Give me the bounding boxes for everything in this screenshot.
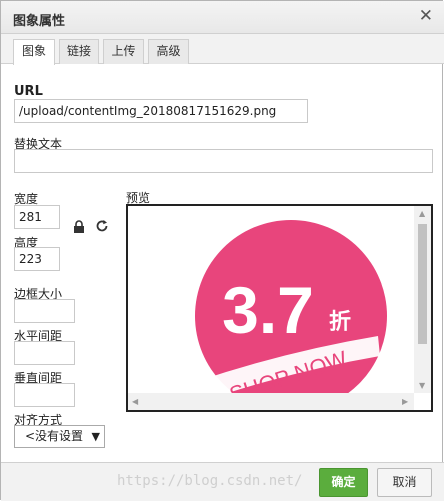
dialog-titlebar[interactable]: 图象属性 ✕ [1, 1, 444, 34]
chevron-down-icon: ▼ [91, 430, 100, 443]
image-properties-dialog: 图象属性 ✕ 图象 链接 上传 高级 URL 替换文本 宽度 高度 边框大小 水… [0, 0, 444, 501]
preview-horizontal-scrollbar[interactable]: ◀ ▶ [128, 393, 414, 410]
scroll-down-icon[interactable]: ▼ [419, 381, 425, 390]
badge-main-text: 3.7 [222, 273, 314, 347]
scroll-left-icon[interactable]: ◀ [132, 397, 138, 406]
align-select-value: <没有设置 [25, 429, 84, 443]
preview-pane[interactable]: 3.7 折 SHOP NOW ▲ ▼ ◀ ▶ [126, 204, 433, 412]
scroll-up-icon[interactable]: ▲ [419, 209, 425, 218]
width-input[interactable] [14, 205, 60, 229]
vertical-scroll-thumb[interactable] [418, 224, 427, 344]
border-input[interactable] [14, 299, 75, 323]
vspace-input[interactable] [14, 383, 75, 407]
hspace-input[interactable] [14, 341, 75, 365]
tab-advanced[interactable]: 高级 [148, 39, 189, 64]
url-label: URL [14, 84, 43, 99]
cancel-button[interactable]: 取消 [377, 468, 432, 497]
reset-size-icon-glyph [96, 220, 108, 232]
alt-text-input[interactable] [14, 149, 433, 173]
ok-button[interactable]: 确定 [319, 468, 368, 497]
tab-image[interactable]: 图象 [13, 39, 55, 65]
height-input[interactable] [14, 247, 60, 271]
lock-icon[interactable] [73, 220, 85, 238]
close-icon[interactable]: ✕ [419, 6, 433, 26]
tab-upload[interactable]: 上传 [103, 39, 144, 64]
tab-bar: 图象 链接 上传 高级 [1, 34, 444, 65]
align-select[interactable]: <没有设置 ▼ [14, 425, 105, 448]
scroll-right-icon[interactable]: ▶ [402, 397, 408, 406]
url-input[interactable] [14, 99, 308, 123]
dialog-title: 图象属性 [13, 14, 66, 29]
preview-vertical-scrollbar[interactable]: ▲ ▼ [414, 206, 431, 393]
watermark-text: https://blog.csdn.net/ [117, 473, 303, 489]
badge-suffix-text: 折 [329, 310, 351, 335]
lock-icon-glyph [74, 220, 84, 233]
reset-size-icon[interactable] [95, 219, 109, 237]
tab-link[interactable]: 链接 [59, 39, 99, 64]
preview-image: 3.7 折 SHOP NOW [195, 220, 387, 393]
